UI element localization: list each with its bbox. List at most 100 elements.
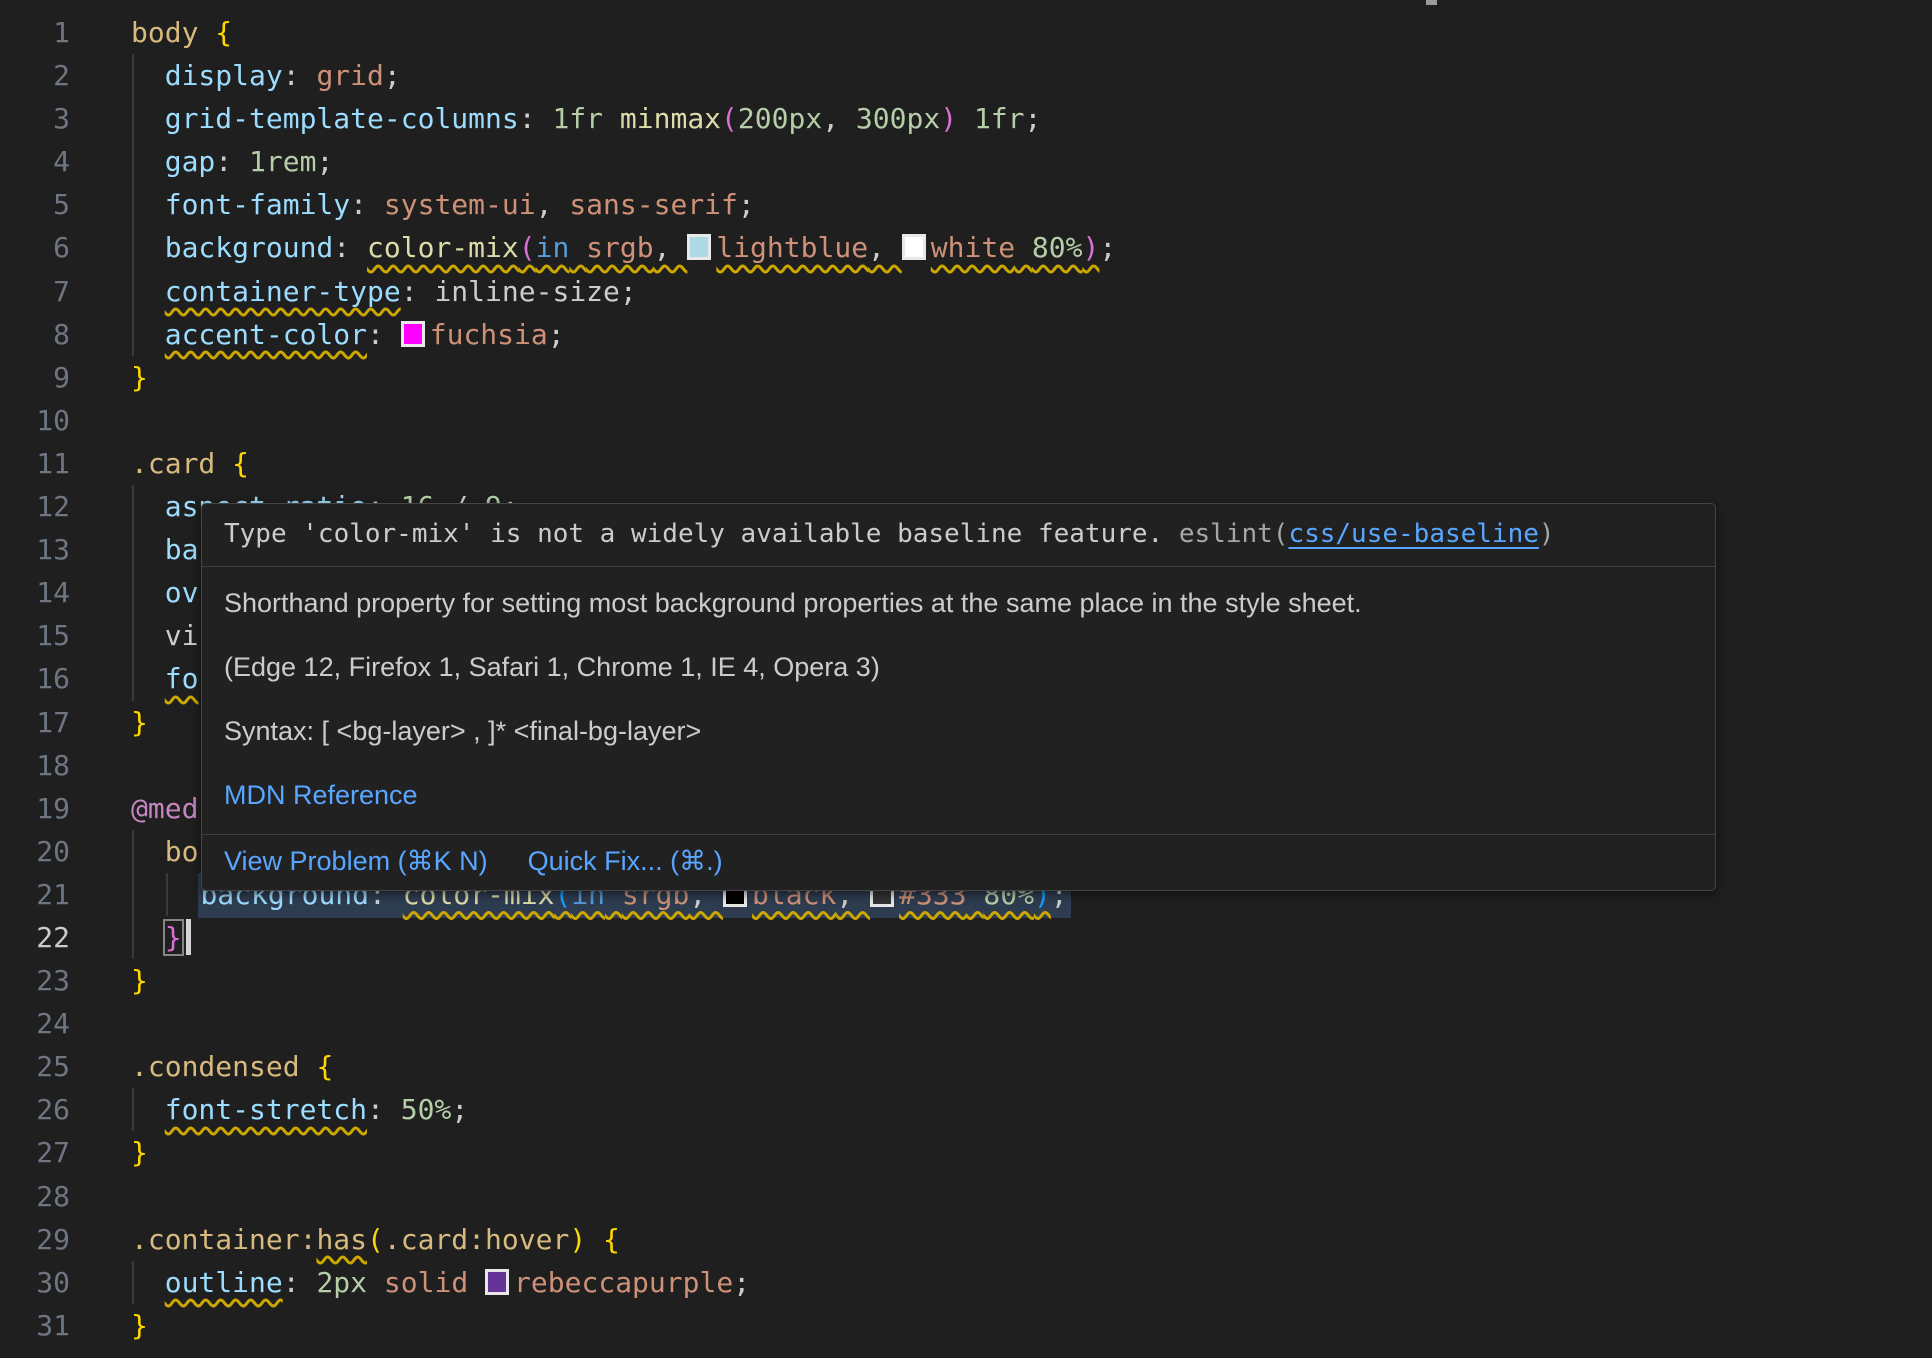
code-line[interactable]: 11.card { bbox=[0, 442, 1932, 485]
token: 80% bbox=[1032, 231, 1083, 264]
line-number: 17 bbox=[0, 701, 70, 744]
token: container-type bbox=[165, 275, 401, 308]
color-swatch[interactable] bbox=[902, 234, 926, 260]
token: background bbox=[165, 231, 334, 264]
code-line[interactable]: 25.condensed { bbox=[0, 1045, 1932, 1088]
token: ; bbox=[451, 1093, 468, 1126]
token: lightblue bbox=[687, 231, 868, 264]
line-number: 5 bbox=[0, 183, 70, 226]
token: 50% bbox=[401, 1093, 452, 1126]
code-text: bo bbox=[131, 830, 198, 873]
quick-fix-button[interactable]: Quick Fix... (⌘.) bbox=[528, 846, 723, 877]
token: system-ui bbox=[384, 188, 536, 221]
line-number: 16 bbox=[0, 657, 70, 700]
token: : bbox=[401, 275, 435, 308]
token: minmax bbox=[620, 102, 721, 135]
code-line[interactable]: 22 } bbox=[0, 916, 1932, 959]
code-text: ov bbox=[131, 571, 198, 614]
token: { bbox=[603, 1223, 620, 1256]
token: : bbox=[215, 145, 249, 178]
token: : bbox=[283, 59, 317, 92]
token: : bbox=[367, 1093, 401, 1126]
line-number: 13 bbox=[0, 528, 70, 571]
code-line[interactable]: 7 container-type: inline-size; bbox=[0, 270, 1932, 313]
token: , bbox=[822, 102, 856, 135]
code-text: ba bbox=[131, 528, 198, 571]
line-number: 19 bbox=[0, 787, 70, 830]
code-line[interactable]: 26 font-stretch: 50%; bbox=[0, 1088, 1932, 1131]
code-line[interactable]: 27} bbox=[0, 1131, 1932, 1174]
code-text: @med bbox=[131, 787, 198, 830]
code-text: .container:has(.card:hover) { bbox=[131, 1218, 620, 1261]
hover-documentation: Shorthand property for setting most back… bbox=[202, 567, 1715, 834]
code-text: font-family: system-ui, sans-serif; bbox=[131, 183, 755, 226]
code-line[interactable]: 9} bbox=[0, 356, 1932, 399]
token: @med bbox=[131, 792, 198, 825]
token: 2px bbox=[316, 1266, 367, 1299]
diagnostic-source-close: ) bbox=[1539, 519, 1555, 549]
token: accent-color bbox=[165, 318, 367, 351]
code-line[interactable]: 4 gap: 1rem; bbox=[0, 140, 1932, 183]
line-number: 26 bbox=[0, 1088, 70, 1131]
token: inline-size bbox=[434, 275, 619, 308]
code-text: } bbox=[131, 356, 148, 399]
token: } bbox=[131, 964, 148, 997]
token: : bbox=[519, 102, 553, 135]
code-text: } bbox=[131, 1304, 148, 1347]
token: outline bbox=[165, 1266, 283, 1299]
token bbox=[569, 231, 586, 264]
token: 1fr bbox=[552, 102, 603, 135]
code-line[interactable]: 24 bbox=[0, 1002, 1932, 1045]
color-swatch[interactable] bbox=[485, 1269, 509, 1295]
token: ; bbox=[384, 59, 401, 92]
code-line[interactable]: 10 bbox=[0, 399, 1932, 442]
code-text: .condensed { bbox=[131, 1045, 333, 1088]
token: } bbox=[165, 921, 182, 954]
code-text: vi bbox=[131, 614, 198, 657]
color-swatch[interactable] bbox=[687, 234, 711, 260]
code-text: fo bbox=[131, 657, 198, 700]
code-line[interactable]: 8 accent-color: fuchsia; bbox=[0, 313, 1932, 356]
code-text: } bbox=[131, 916, 191, 959]
token: grid-template-columns bbox=[165, 102, 519, 135]
code-line[interactable]: 28 bbox=[0, 1175, 1932, 1218]
code-line[interactable]: 6 background: color-mix(in srgb, lightbl… bbox=[0, 226, 1932, 269]
token: { bbox=[215, 16, 232, 49]
token: 1fr bbox=[974, 102, 1025, 135]
warning-squiggle: container-type bbox=[165, 275, 401, 308]
code-line[interactable]: 2 display: grid; bbox=[0, 54, 1932, 97]
code-line[interactable]: 23} bbox=[0, 959, 1932, 1002]
code-line[interactable]: 30 outline: 2px solid rebeccapurple; bbox=[0, 1261, 1932, 1304]
token: .card bbox=[131, 447, 232, 480]
token: bo bbox=[165, 835, 199, 868]
token: ; bbox=[548, 318, 565, 351]
token: white bbox=[902, 231, 1015, 264]
token: body bbox=[131, 16, 215, 49]
code-line[interactable]: 3 grid-template-columns: 1fr minmax(200p… bbox=[0, 97, 1932, 140]
code-line[interactable]: 29.container:has(.card:hover) { bbox=[0, 1218, 1932, 1261]
line-number: 23 bbox=[0, 959, 70, 1002]
color-swatch[interactable] bbox=[401, 321, 425, 347]
code-editor: 1body {2 display: grid;3 grid-template-c… bbox=[0, 0, 1932, 1358]
code-line[interactable]: 31} bbox=[0, 1304, 1932, 1347]
token: .card:hover bbox=[384, 1223, 569, 1256]
scrollbar-fragment bbox=[1426, 0, 1437, 5]
line-number: 18 bbox=[0, 744, 70, 787]
token bbox=[367, 1266, 384, 1299]
code-line[interactable]: 1body { bbox=[0, 11, 1932, 54]
mdn-reference-link[interactable]: MDN Reference bbox=[224, 780, 418, 810]
eslint-rule-link[interactable]: css/use-baseline bbox=[1288, 519, 1538, 549]
line-number: 3 bbox=[0, 97, 70, 140]
view-problem-button[interactable]: View Problem (⌘K N) bbox=[224, 846, 488, 877]
token: fuchsia bbox=[401, 318, 548, 351]
token: ( bbox=[721, 102, 738, 135]
token: : bbox=[350, 188, 384, 221]
line-number: 11 bbox=[0, 442, 70, 485]
token: font-family bbox=[165, 188, 350, 221]
code-line[interactable]: 5 font-family: system-ui, sans-serif; bbox=[0, 183, 1932, 226]
token: , bbox=[536, 188, 570, 221]
browser-support: (Edge 12, Firefox 1, Safari 1, Chrome 1,… bbox=[224, 651, 1693, 684]
token: ; bbox=[1099, 231, 1116, 264]
token: ; bbox=[1025, 102, 1042, 135]
token: solid bbox=[384, 1266, 485, 1299]
